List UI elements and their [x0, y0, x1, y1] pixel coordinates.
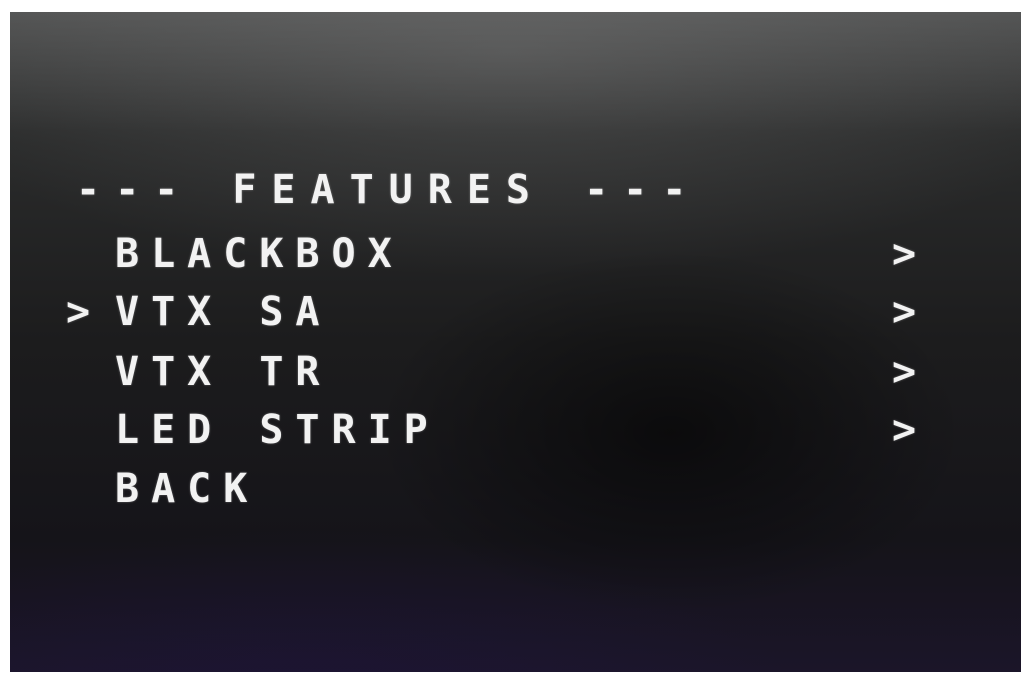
screen-glare [10, 12, 1021, 132]
menu-item-led-strip[interactable]: LED STRIP [115, 410, 440, 450]
menu-title: --- FEATURES --- [76, 167, 702, 213]
menu-item-blackbox[interactable]: BLACKBOX [115, 234, 404, 274]
submenu-arrow-icon: > [892, 349, 917, 395]
menu-item-vtx-tr[interactable]: VTX TR [115, 352, 332, 392]
selection-cursor: > [66, 289, 91, 335]
menu-item-vtx-sa[interactable]: VTX SA [115, 292, 332, 332]
submenu-arrow-icon: > [892, 231, 917, 277]
submenu-arrow-icon: > [892, 407, 917, 453]
submenu-arrow-icon: > [892, 289, 917, 335]
osd-screen: --- FEATURES --- > BLACKBOX > VTX SA > V… [10, 12, 1021, 672]
menu-item-back[interactable]: BACK [115, 469, 259, 509]
